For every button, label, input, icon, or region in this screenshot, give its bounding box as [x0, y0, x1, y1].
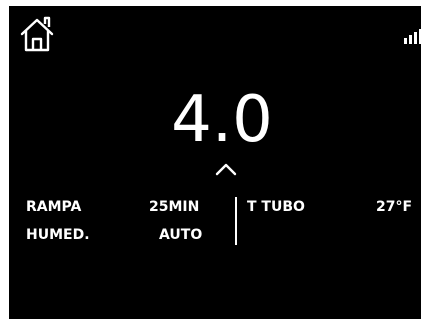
pipe-temp-value: 27°F — [376, 199, 413, 215]
setpoint-value: 4.0 — [171, 83, 273, 157]
divider — [235, 197, 237, 245]
humidity-value: AUTO — [159, 227, 203, 243]
ramp-label: RAMPA — [26, 199, 82, 215]
chevron-up-icon[interactable] — [215, 161, 237, 176]
home-icon[interactable] — [18, 15, 56, 53]
ramp-value: 25MIN — [149, 199, 200, 215]
humidity-label: HUMED. — [26, 227, 90, 243]
signal-strength-icon — [403, 28, 421, 44]
thermostat-screen: 4.0 RAMPA 25MIN HUMED. AUTO T TUBO 27°F — [9, 6, 421, 319]
pipe-temp-label: T TUBO — [247, 199, 305, 215]
